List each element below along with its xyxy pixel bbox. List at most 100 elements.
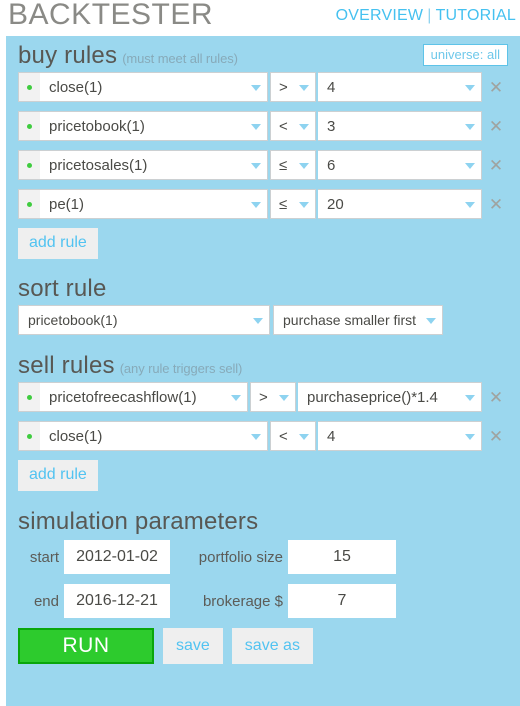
delete-rule-button[interactable]: ✕ (482, 72, 510, 102)
strategy-panel: buy rules (must meet all rules) universe:… (6, 36, 520, 706)
buy-rule-operator-select[interactable]: > (270, 72, 316, 102)
header-nav-links: OVERVIEW | TUTORIAL (336, 7, 516, 25)
chevron-down-icon (251, 434, 261, 440)
buy-rule-row: pricetosales(1) ≤ 6 ✕ (18, 150, 510, 180)
add-buy-rule-button[interactable]: add rule (18, 228, 98, 259)
simulation-header: simulation parameters (18, 491, 510, 538)
chevron-down-icon (299, 163, 309, 169)
chevron-down-icon (465, 85, 475, 91)
chevron-down-icon (465, 202, 475, 208)
delete-rule-button[interactable]: ✕ (482, 382, 510, 412)
buy-rule-row: pe(1) ≤ 20 ✕ (18, 189, 510, 219)
delete-rule-button[interactable]: ✕ (482, 111, 510, 141)
portfolio-size-label: portfolio size (198, 548, 283, 566)
add-sell-rule-button[interactable]: add rule (18, 460, 98, 491)
sort-metric-select[interactable]: pricetobook(1) (18, 305, 270, 335)
brokerage-input[interactable]: 7 (288, 584, 396, 618)
chevron-down-icon (465, 395, 475, 401)
buy-rule-operator-select[interactable]: ≤ (270, 189, 316, 219)
chevron-down-icon (251, 124, 261, 130)
chevron-down-icon (251, 163, 261, 169)
simulation-params: start 2012-01-02 portfolio size 15 end 2… (18, 540, 510, 618)
chevron-down-icon (299, 124, 309, 130)
sell-rule-value: 4 (327, 427, 336, 445)
buy-rule-operator-value: ≤ (279, 195, 288, 213)
backtester-app: BACKTESTER OVERVIEW | TUTORIAL buy rules (m… (0, 0, 520, 706)
sell-rule-operator-value: > (259, 388, 268, 406)
brokerage-label: brokerage $ (202, 592, 283, 610)
rule-status-dot-cell (18, 189, 40, 219)
buy-rule-value: 6 (327, 156, 336, 174)
chevron-down-icon (299, 434, 309, 440)
buy-rule-operator-select[interactable]: ≤ (270, 150, 316, 180)
sell-rule-operator-select[interactable]: > (250, 382, 296, 412)
end-label: end (33, 592, 59, 610)
sell-add-rule-wrap: add rule (18, 460, 510, 491)
chevron-down-icon (253, 318, 263, 324)
universe-badge[interactable]: universe: all (422, 44, 508, 66)
buy-rule-row: pricetobook(1) < 3 ✕ (18, 111, 510, 141)
sell-rule-metric-value: close(1) (49, 427, 103, 445)
rule-status-dot-cell (18, 421, 40, 451)
buy-rule-metric-select[interactable]: close(1) (40, 72, 268, 102)
chevron-down-icon (299, 85, 309, 91)
page-title: BACKTESTER (8, 0, 214, 31)
buy-rule-metric-select[interactable]: pricetosales(1) (40, 150, 268, 180)
sell-rule-row: close(1) < 4 ✕ (18, 421, 510, 451)
buy-rule-metric-select[interactable]: pe(1) (40, 189, 268, 219)
chevron-down-icon (426, 318, 436, 324)
sell-rule-operator-value: < (279, 427, 288, 445)
sell-rule-row: pricetofreecashflow(1) > purchaseprice()… (18, 382, 510, 412)
run-button[interactable]: RUN (18, 628, 154, 664)
buy-rule-value-select[interactable]: 20 (318, 189, 482, 219)
buy-rule-metric-value: close(1) (49, 78, 103, 96)
rule-status-dot-cell (18, 72, 40, 102)
start-date-input[interactable]: 2012-01-02 (64, 540, 170, 574)
buy-rule-metric-value: pricetobook(1) (49, 117, 145, 135)
buy-rule-row: close(1) > 4 ✕ (18, 72, 510, 102)
delete-rule-button[interactable]: ✕ (482, 189, 510, 219)
delete-rule-button[interactable]: ✕ (482, 421, 510, 451)
save-as-button[interactable]: save as (231, 628, 313, 664)
start-label: start (29, 548, 59, 566)
portfolio-size-input[interactable]: 15 (288, 540, 396, 574)
sell-rules-header: sell rules (any rule triggers sell) (18, 335, 510, 382)
active-dot-icon (27, 162, 32, 168)
active-dot-icon (27, 433, 32, 439)
buy-rule-operator-value: ≤ (279, 156, 288, 174)
app-header: BACKTESTER OVERVIEW | TUTORIAL (0, 0, 520, 36)
buy-rule-operator-select[interactable]: < (270, 111, 316, 141)
active-dot-icon (27, 394, 32, 400)
sell-rule-value-select[interactable]: 4 (318, 421, 482, 451)
buy-rule-operator-value: < (279, 117, 288, 135)
buy-rule-value-select[interactable]: 4 (318, 72, 482, 102)
chevron-down-icon (251, 202, 261, 208)
rule-status-dot-cell (18, 382, 40, 412)
buy-rules-list: close(1) > 4 ✕ pricetobook(1) < 3 ✕ pric… (18, 72, 510, 219)
sort-direction-select[interactable]: purchase smaller first (273, 305, 443, 335)
buy-rule-metric-value: pe(1) (49, 195, 85, 213)
end-date-input[interactable]: 2016-12-21 (64, 584, 170, 618)
sell-rules-list: pricetofreecashflow(1) > purchaseprice()… (18, 382, 510, 451)
buy-rule-metric-value: pricetosales(1) (49, 156, 148, 174)
nav-link-tutorial[interactable]: TUTORIAL (436, 7, 516, 24)
buy-rules-note: (must meet all rules) (122, 51, 238, 66)
buy-rule-value: 3 (327, 117, 336, 135)
sort-rule-row: pricetobook(1) purchase smaller first (18, 305, 510, 335)
sell-rules-title: sell rules (18, 352, 115, 379)
buy-rule-metric-select[interactable]: pricetobook(1) (40, 111, 268, 141)
chevron-down-icon (299, 202, 309, 208)
save-button[interactable]: save (163, 628, 223, 664)
sell-rule-metric-select[interactable]: pricetofreecashflow(1) (40, 382, 248, 412)
delete-rule-button[interactable]: ✕ (482, 150, 510, 180)
active-dot-icon (27, 123, 32, 129)
sell-rule-value-select[interactable]: purchaseprice()*1.4 (298, 382, 482, 412)
buy-rule-value-select[interactable]: 3 (318, 111, 482, 141)
sell-rule-operator-select[interactable]: < (270, 421, 316, 451)
sell-rule-metric-select[interactable]: close(1) (40, 421, 268, 451)
nav-link-overview[interactable]: OVERVIEW (336, 7, 424, 24)
active-dot-icon (27, 201, 32, 207)
chevron-down-icon (279, 395, 289, 401)
chevron-down-icon (465, 163, 475, 169)
buy-rule-value-select[interactable]: 6 (318, 150, 482, 180)
